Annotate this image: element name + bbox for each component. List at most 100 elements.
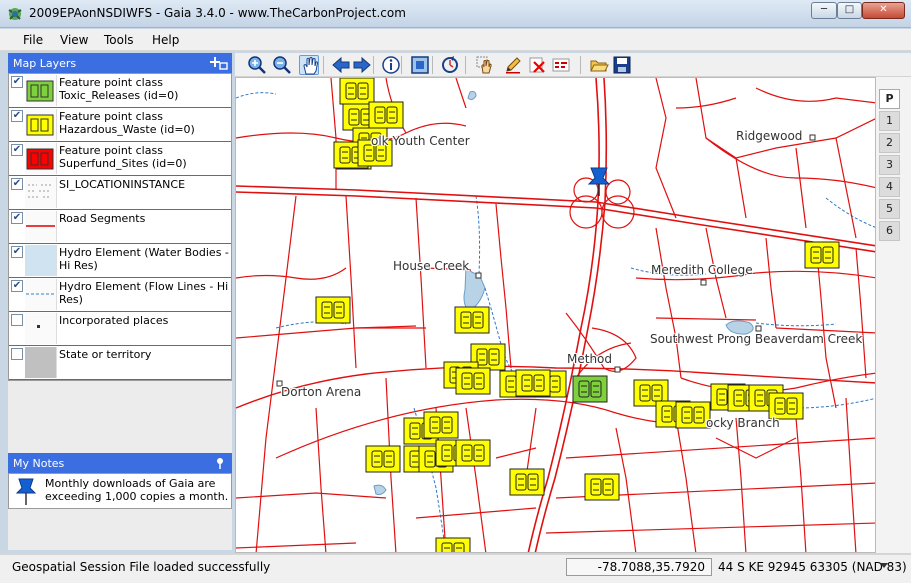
page-tab-5[interactable]: 5 [879,199,900,219]
menu-help[interactable]: Help [152,33,179,47]
layer-row-superfund-sites[interactable]: ✔ Feature point class Superfund_Sites (id… [9,142,231,176]
note-pin-icon [15,478,37,505]
hazardous-waste-marker[interactable] [368,101,404,129]
label-rocky-branch: ocky Branch [706,416,780,430]
hazardous-waste-marker[interactable] [515,369,551,397]
refresh-button[interactable] [440,55,460,75]
zoom-out-icon [273,56,291,74]
map-view[interactable]: olk Youth Center Ridgewood House Creek Mere… [235,77,876,553]
hazardous-waste-marker[interactable] [435,537,471,553]
map-canvas[interactable] [236,78,876,553]
layer-row-hazardous-waste[interactable]: ✔ Feature point class Hazardous_Waste (id… [9,108,231,142]
layer-label-toxic-releases: Feature point class Toxic_Releases (id=0… [59,76,179,102]
refresh-icon [442,56,458,73]
layer-swatch-toxic-releases [25,75,57,106]
save-button[interactable] [612,55,632,75]
layer-checkbox-flow-lines[interactable]: ✔ [11,280,23,292]
hazardous-waste-marker[interactable] [315,296,351,324]
toxic-release-marker[interactable] [572,375,608,403]
layer-checkbox-hazardous-waste[interactable]: ✔ [11,110,23,122]
layer-row-state-or-territory[interactable]: State or territory [9,346,231,380]
map-toolbar [235,53,911,77]
layer-row-toxic-releases[interactable]: ✔ Feature point class Toxic_Releases (id=… [9,74,231,108]
note-text: Monthly downloads of Gaia are exceeding … [45,477,229,503]
label-southwest-prong-beaverdam-creek: Southwest Prong Beaverdam Creek [650,332,863,346]
hazardous-waste-markers[interactable] [315,78,840,553]
gaia-app-icon [8,8,22,20]
layer-swatch-si-locationinstance [25,177,57,208]
maximize-button[interactable]: □ [837,2,862,19]
add-layer-icon[interactable] [210,55,228,71]
chevron-down-icon[interactable] [880,563,888,569]
layer-swatch-flow-lines [25,279,57,310]
hazardous-waste-marker[interactable] [455,439,491,467]
layer-checkbox-si-locationinstance[interactable]: ✔ [11,178,23,190]
close-button[interactable]: ✕ [862,2,905,19]
select-button[interactable] [475,55,495,75]
menu-tools[interactable]: Tools [104,33,134,47]
page-tab-p[interactable]: P [879,89,900,109]
page-tabs: P123456 [876,77,911,553]
page-tab-1[interactable]: 1 [879,111,900,131]
layer-swatch-water-bodies [25,245,57,276]
hazardous-waste-marker[interactable] [804,241,840,269]
back-button[interactable] [331,55,351,75]
status-bar: Geospatial Session File loaded successfu… [0,554,911,583]
edit-attributes-button[interactable] [551,55,571,75]
full-extent-icon [411,56,429,74]
edit-label-icon [552,58,570,72]
layer-label-road-segments: Road Segments [59,212,146,225]
toxic-release-markers[interactable] [572,375,608,403]
layer-row-incorporated-places[interactable]: Incorporated places [9,312,231,346]
coordinate-readout: -78.7088,35.7920 [566,558,712,576]
layer-row-flow-lines[interactable]: ✔ Hydro Element (Flow Lines - Hi Res) [9,278,231,312]
label-youth-center: olk Youth Center [371,134,470,148]
pin-icon[interactable] [216,457,224,469]
layer-row-si-locationinstance[interactable]: ✔ SI_LOCATIONINSTANCE [9,176,231,210]
full-extent-button[interactable] [410,55,430,75]
label-house-creek: House Creek [393,259,470,273]
page-tab-4[interactable]: 4 [879,177,900,197]
layer-checkbox-toxic-releases[interactable]: ✔ [11,76,23,88]
layer-checkbox-road-segments[interactable]: ✔ [11,212,23,224]
hazardous-waste-marker[interactable] [365,445,401,473]
zoom-out-button[interactable] [272,55,292,75]
menu-view[interactable]: View [60,33,88,47]
zoom-in-icon [248,56,266,74]
pan-button[interactable] [299,55,319,75]
layer-checkbox-state-or-territory[interactable] [11,348,23,360]
layer-checkbox-incorporated-places[interactable] [11,314,23,326]
status-message: Geospatial Session File loaded successfu… [12,560,271,574]
save-disk-icon [613,56,631,74]
open-button[interactable] [589,55,609,75]
layer-label-incorporated-places: Incorporated places [59,314,169,327]
hazardous-waste-marker[interactable] [675,401,711,429]
delete-button[interactable] [527,55,547,75]
layer-label-si-locationinstance: SI_LOCATIONINSTANCE [59,178,186,191]
info-button[interactable] [381,55,401,75]
my-notes-header: My Notes [8,453,232,473]
layer-label-water-bodies: Hydro Element (Water Bodies - Hi Res) [59,246,229,272]
forward-button[interactable] [352,55,372,75]
minimize-icon: ─ [820,4,828,15]
page-tab-3[interactable]: 3 [879,155,900,175]
layer-row-road-segments[interactable]: ✔ Road Segments [9,210,231,244]
hazardous-waste-marker[interactable] [455,367,491,395]
layer-checkbox-water-bodies[interactable]: ✔ [11,246,23,258]
hazardous-waste-marker[interactable] [584,473,620,501]
layer-checkbox-superfund-sites[interactable]: ✔ [11,144,23,156]
layer-row-water-bodies[interactable]: ✔ Hydro Element (Water Bodies - Hi Res) [9,244,231,278]
hazardous-waste-marker[interactable] [454,306,490,334]
hazardous-waste-marker[interactable] [339,78,375,105]
layer-swatch-road-segments [25,211,57,242]
page-tab-2[interactable]: 2 [879,133,900,153]
zoom-in-button[interactable] [247,55,267,75]
minimize-button[interactable]: ─ [811,2,837,19]
layer-swatch-state-or-territory [25,347,57,378]
hazardous-waste-marker[interactable] [509,468,545,496]
edit-button[interactable] [503,55,523,75]
pan-hand-icon [303,57,319,75]
menu-file[interactable]: File [23,33,43,47]
page-tab-6[interactable]: 6 [879,221,900,241]
hazardous-waste-marker[interactable] [423,411,459,439]
